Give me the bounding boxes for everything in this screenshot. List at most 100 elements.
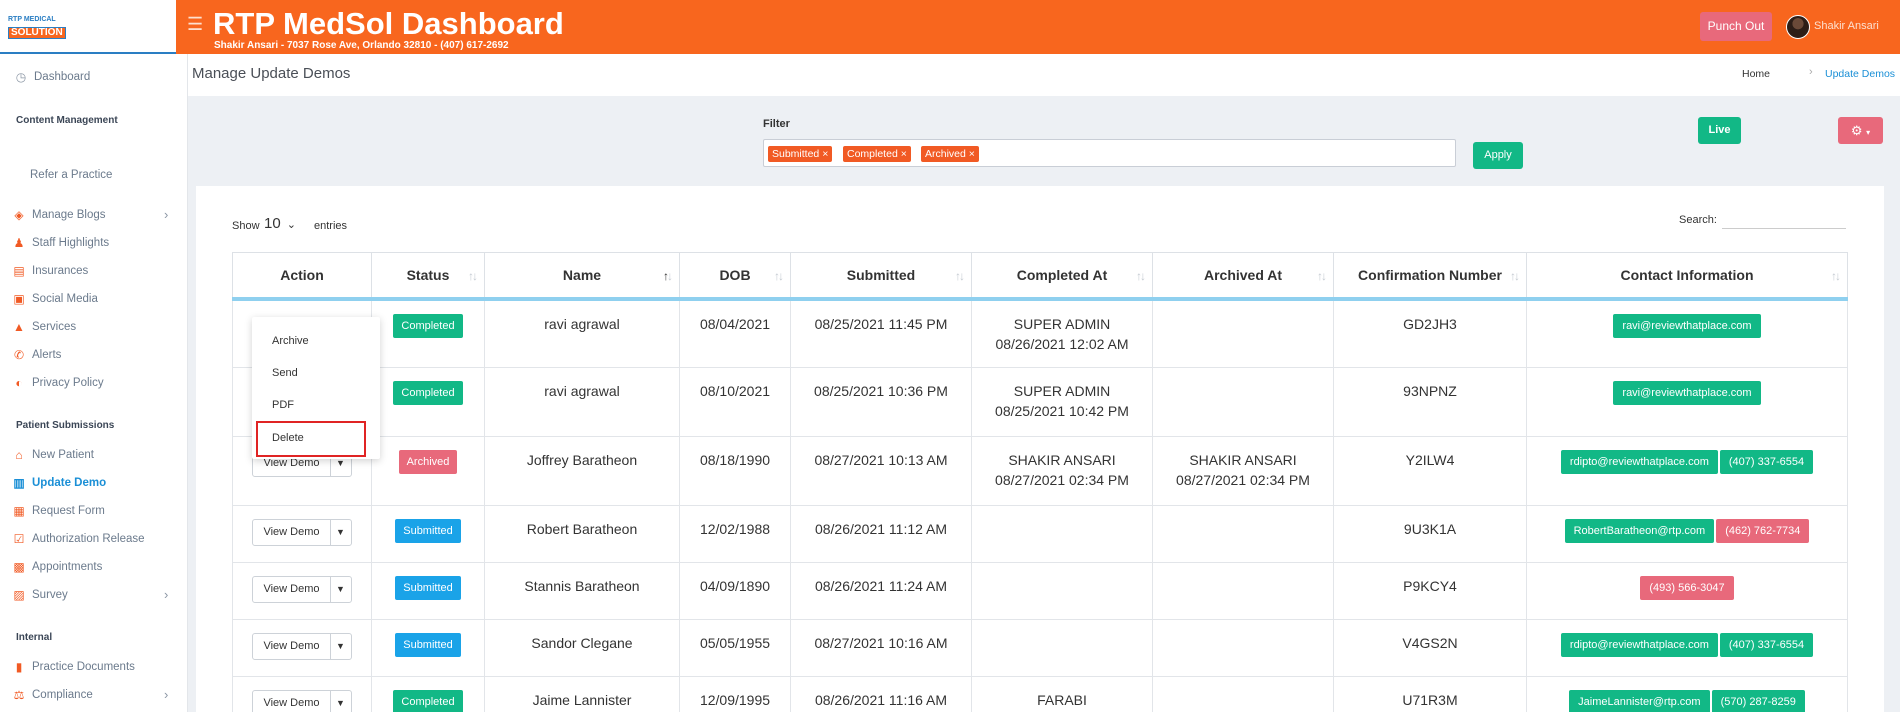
highlight-box <box>256 421 366 457</box>
view-demo-button[interactable]: View Demo <box>253 634 331 659</box>
filter-tag-archived[interactable]: Archived × <box>921 146 979 162</box>
sidebar-item-dashboard[interactable]: ◷ Dashboard <box>14 68 91 86</box>
email-button[interactable]: ravi@reviewthatplace.com <box>1613 313 1761 338</box>
tag-label: Completed <box>847 148 898 160</box>
chevron-right-icon[interactable]: › <box>164 207 168 222</box>
phone-button[interactable]: (407) 337-6554 <box>1719 633 1814 657</box>
sort-icon[interactable]: ↑↓ <box>1831 269 1841 283</box>
col-dob[interactable]: DOB ↑↓ <box>679 252 791 301</box>
col-archived-at[interactable]: Archived At ↑↓ <box>1152 252 1334 301</box>
dob-cell: 08/18/1990 <box>679 436 791 506</box>
remove-icon[interactable]: × <box>901 148 907 160</box>
sidebar-item-alerts[interactable]: ✆ Alerts <box>12 346 61 364</box>
filter-tag-completed[interactable]: Completed × <box>843 146 911 162</box>
sidebar-item-label: Refer a Practice <box>30 169 113 181</box>
sort-icon[interactable]: ↑↓ <box>1510 269 1520 283</box>
col-completed-at[interactable]: Completed At ↑↓ <box>971 252 1153 301</box>
filter-input[interactable]: Submitted × Completed × Archived × <box>763 139 1456 167</box>
view-demo-split-button[interactable]: View Demo ▼ <box>252 633 352 660</box>
sidebar-item-survey[interactable]: ▨ Survey <box>12 586 67 604</box>
sidebar-item-insurances[interactable]: ▤ Insurances <box>12 262 88 280</box>
col-name[interactable]: Name ↑↓ <box>484 252 680 301</box>
sidebar-item-label: Practice Documents <box>32 661 135 673</box>
sidebar-item-staff-highlights[interactable]: ♟ Staff Highlights <box>12 234 110 252</box>
email-button[interactable]: JaimeLannister@rtp.com <box>1569 690 1710 712</box>
sort-icon[interactable]: ↑↓ <box>663 269 673 283</box>
sidebar-item-practice-documents[interactable]: ▮ Practice Documents <box>12 658 135 676</box>
col-submitted[interactable]: Submitted ↑↓ <box>790 252 972 301</box>
filter-tag-submitted[interactable]: Submitted × <box>768 146 833 162</box>
view-demo-button[interactable]: View Demo <box>253 691 331 712</box>
menu-item-archive[interactable]: Archive <box>272 335 309 347</box>
view-demo-split-button[interactable]: View Demo ▼ <box>252 576 352 603</box>
chevron-right-icon[interactable]: › <box>164 687 168 702</box>
view-demo-split-button[interactable]: View Demo ▼ <box>252 519 352 546</box>
view-demo-button[interactable]: View Demo <box>253 577 331 602</box>
email-button[interactable]: rdipto@reviewthatplace.com <box>1560 633 1718 657</box>
sidebar-item-new-patient[interactable]: ⌂ New Patient <box>12 446 94 464</box>
phone-button[interactable]: (407) 337-6554 <box>1719 450 1814 474</box>
sidebar-item-manage-blogs[interactable]: ◈ Manage Blogs <box>12 206 105 224</box>
col-contact[interactable]: Contact Information ↑↓ <box>1526 252 1848 301</box>
logo[interactable]: RTP MEDICAL SOLUTION <box>0 0 176 54</box>
sidebar-item-authorization-release[interactable]: ☑ Authorization Release <box>12 530 145 548</box>
sidebar-item-privacy-policy[interactable]: ◐ Privacy Policy <box>12 374 103 392</box>
status-cell: Submitted <box>371 562 485 620</box>
email-button[interactable]: ravi@reviewthatplace.com <box>1613 381 1761 405</box>
col-status[interactable]: Status ↑↓ <box>371 252 485 301</box>
menu-item-send[interactable]: Send <box>272 367 298 379</box>
action-cell: View Demo▼ <box>232 676 372 712</box>
submitted-cell: 08/25/2021 11:45 PM <box>790 298 972 368</box>
archived-cell <box>1152 298 1334 368</box>
sidebar-item-appointments[interactable]: ▩ Appointments <box>12 558 102 576</box>
email-button[interactable]: rdipto@reviewthatplace.com <box>1560 450 1718 474</box>
sidebar-item-social-media[interactable]: ▣ Social Media <box>12 290 98 308</box>
dob-cell: 05/05/1955 <box>679 619 791 677</box>
punch-out-button[interactable]: Punch Out <box>1700 12 1772 41</box>
chevron-right-icon[interactable]: › <box>164 587 168 602</box>
submitted-cell: 08/26/2021 11:24 AM <box>790 562 972 620</box>
action-cell: View Demo▼ <box>232 619 372 677</box>
col-confirmation[interactable]: Confirmation Number ↑↓ <box>1333 252 1527 301</box>
user-name[interactable]: Shakir Ansari <box>1814 20 1879 32</box>
live-button[interactable]: Live <box>1698 117 1741 144</box>
apply-button[interactable]: Apply <box>1473 142 1523 169</box>
contact-cell: rdipto@reviewthatplace.com (407) 337-6554 <box>1526 619 1848 677</box>
check-icon: ☑ <box>13 532 25 546</box>
phone-button[interactable]: (570) 287-8259 <box>1711 690 1805 712</box>
sort-icon[interactable]: ↑↓ <box>1317 269 1327 283</box>
remove-icon[interactable]: × <box>969 148 975 160</box>
sidebar-item-refer[interactable]: Refer a Practice <box>30 166 112 184</box>
sort-icon[interactable]: ↑↓ <box>774 269 784 283</box>
sidebar-item-services[interactable]: ▲ Services <box>12 318 76 336</box>
sidebar-item-update-demo[interactable]: ▥ Update Demo <box>12 474 106 492</box>
menu-item-pdf[interactable]: PDF <box>272 399 294 411</box>
phone-button[interactable]: (462) 762-7734 <box>1716 519 1810 543</box>
breadcrumb-separator-icon: › <box>1809 66 1813 78</box>
remove-icon[interactable]: × <box>822 148 828 160</box>
breadcrumb-home[interactable]: Home <box>1742 68 1770 80</box>
blog-icon: ◈ <box>14 208 24 222</box>
completed-cell: SHAKIR ANSARI 08/27/2021 02:34 PM <box>971 436 1153 506</box>
view-demo-split-button[interactable]: View Demo ▼ <box>252 690 352 712</box>
sort-icon[interactable]: ↑↓ <box>955 269 965 283</box>
dashboard-icon: ◷ <box>15 70 27 84</box>
search-label: Search: <box>1679 214 1717 226</box>
view-demo-button[interactable]: View Demo <box>253 520 331 545</box>
sort-icon[interactable]: ↑↓ <box>1136 269 1146 283</box>
caret-down-icon[interactable]: ▼ <box>331 634 351 659</box>
email-button[interactable]: RobertBaratheon@rtp.com <box>1564 519 1715 543</box>
entries-select[interactable]: 10 ⌄ <box>264 215 310 232</box>
status-badge: Completed <box>393 690 463 712</box>
settings-dropdown-button[interactable]: ⚙ ▾ <box>1838 117 1883 144</box>
sidebar-item-request-form[interactable]: ▦ Request Form <box>12 502 105 520</box>
caret-down-icon[interactable]: ▼ <box>331 691 351 712</box>
sort-icon[interactable]: ↑↓ <box>468 269 478 283</box>
caret-down-icon[interactable]: ▼ <box>331 577 351 602</box>
search-input[interactable] <box>1722 211 1846 229</box>
avatar[interactable] <box>1786 15 1810 39</box>
sidebar-item-compliance[interactable]: ⚖ Compliance <box>12 686 93 704</box>
hamburger-menu-icon[interactable]: ☰ <box>187 14 203 35</box>
phone-button[interactable]: (493) 566-3047 <box>1640 576 1734 600</box>
caret-down-icon[interactable]: ▼ <box>331 520 351 545</box>
